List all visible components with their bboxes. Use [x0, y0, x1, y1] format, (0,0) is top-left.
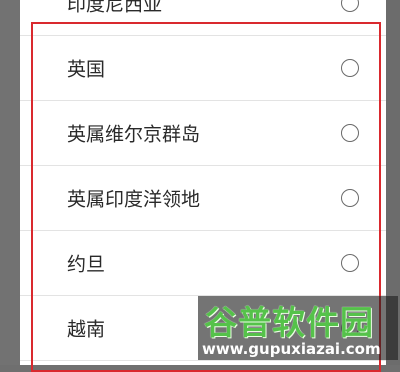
- radio-unselected-icon[interactable]: [341, 0, 359, 12]
- radio-unselected-icon[interactable]: [341, 189, 359, 207]
- country-picker-dialog: 印度尼西亚 英国 英属维尔京群岛 英属印度洋领地 约旦 越南: [20, 0, 386, 365]
- dim-overlay-left: [0, 0, 20, 365]
- radio-unselected-icon[interactable]: [341, 124, 359, 142]
- country-label: 英属维尔京群岛: [67, 123, 201, 146]
- country-list[interactable]: 印度尼西亚 英国 英属维尔京群岛 英属印度洋领地 约旦 越南: [20, 0, 386, 361]
- list-item-country[interactable]: 越南: [20, 296, 386, 361]
- list-item-country[interactable]: 印度尼西亚: [20, 0, 386, 36]
- radio-unselected-icon[interactable]: [341, 59, 359, 77]
- radio-unselected-icon[interactable]: [341, 254, 359, 272]
- radio-unselected-icon[interactable]: [341, 319, 359, 337]
- country-label: 印度尼西亚: [67, 0, 163, 16]
- country-label: 英属印度洋领地: [67, 188, 201, 211]
- country-label: 约旦: [67, 253, 106, 276]
- list-item-country[interactable]: 英属印度洋领地: [20, 166, 386, 231]
- list-item-country[interactable]: 英国: [20, 36, 386, 101]
- country-label: 英国: [67, 58, 106, 81]
- list-item-country[interactable]: 英属维尔京群岛: [20, 101, 386, 166]
- dim-overlay-right: [386, 0, 400, 365]
- list-item-country[interactable]: 约旦: [20, 231, 386, 296]
- country-label: 越南: [67, 318, 106, 341]
